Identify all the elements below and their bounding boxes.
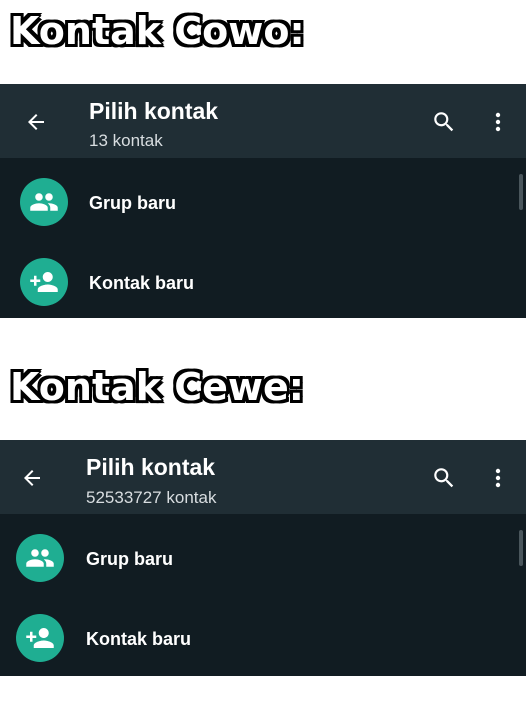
- group-icon: [26, 549, 54, 567]
- back-button[interactable]: [12, 458, 52, 498]
- search-button[interactable]: [426, 102, 462, 142]
- search-icon: [434, 112, 454, 132]
- page-title: Pilih kontak: [86, 454, 216, 480]
- more-vert-icon: [495, 468, 501, 488]
- list-item-label: Grup baru: [89, 193, 177, 213]
- contact-count: 52533727 kontak: [86, 488, 217, 507]
- contact-count: 13 kontak: [89, 131, 163, 150]
- scrollbar[interactable]: [519, 174, 523, 210]
- avatar: [16, 614, 64, 662]
- search-icon: [434, 468, 454, 488]
- avatar: [20, 258, 68, 306]
- app-bar: Pilih kontak 13 kontak: [0, 84, 526, 158]
- add-person-icon: [26, 628, 54, 648]
- avatar: [16, 534, 64, 582]
- caption-male-contacts: Kontak Cowo:: [9, 9, 306, 53]
- more-vert-icon: [495, 112, 501, 132]
- contact-picker-screen: Pilih kontak 52533727 kontak Grup baru K…: [0, 440, 526, 676]
- back-button[interactable]: [16, 102, 56, 142]
- app-bar: Pilih kontak 52533727 kontak: [0, 440, 526, 514]
- caption-female-contacts: Kontak Cewe:: [9, 365, 305, 409]
- list-item-label: Kontak baru: [86, 629, 192, 649]
- group-icon: [30, 193, 58, 211]
- list-item-label: Grup baru: [86, 549, 174, 569]
- add-person-icon: [30, 272, 58, 292]
- list-item-label: Kontak baru: [89, 273, 195, 293]
- list-item-new-group[interactable]: Grup baru: [0, 520, 510, 596]
- list-item-new-contact[interactable]: Kontak baru: [0, 244, 510, 320]
- scrollbar[interactable]: [519, 530, 523, 566]
- more-options-button[interactable]: [480, 458, 516, 498]
- list-item-new-group[interactable]: Grup baru: [0, 164, 510, 240]
- more-options-button[interactable]: [480, 102, 516, 142]
- page-title: Pilih kontak: [89, 98, 219, 124]
- arrow-back-icon: [28, 114, 44, 130]
- avatar: [20, 178, 68, 226]
- contact-picker-screen: Pilih kontak 13 kontak Grup baru Kontak …: [0, 84, 526, 318]
- list-item-new-contact[interactable]: Kontak baru: [0, 600, 510, 676]
- arrow-back-icon: [24, 470, 40, 486]
- search-button[interactable]: [426, 458, 462, 498]
